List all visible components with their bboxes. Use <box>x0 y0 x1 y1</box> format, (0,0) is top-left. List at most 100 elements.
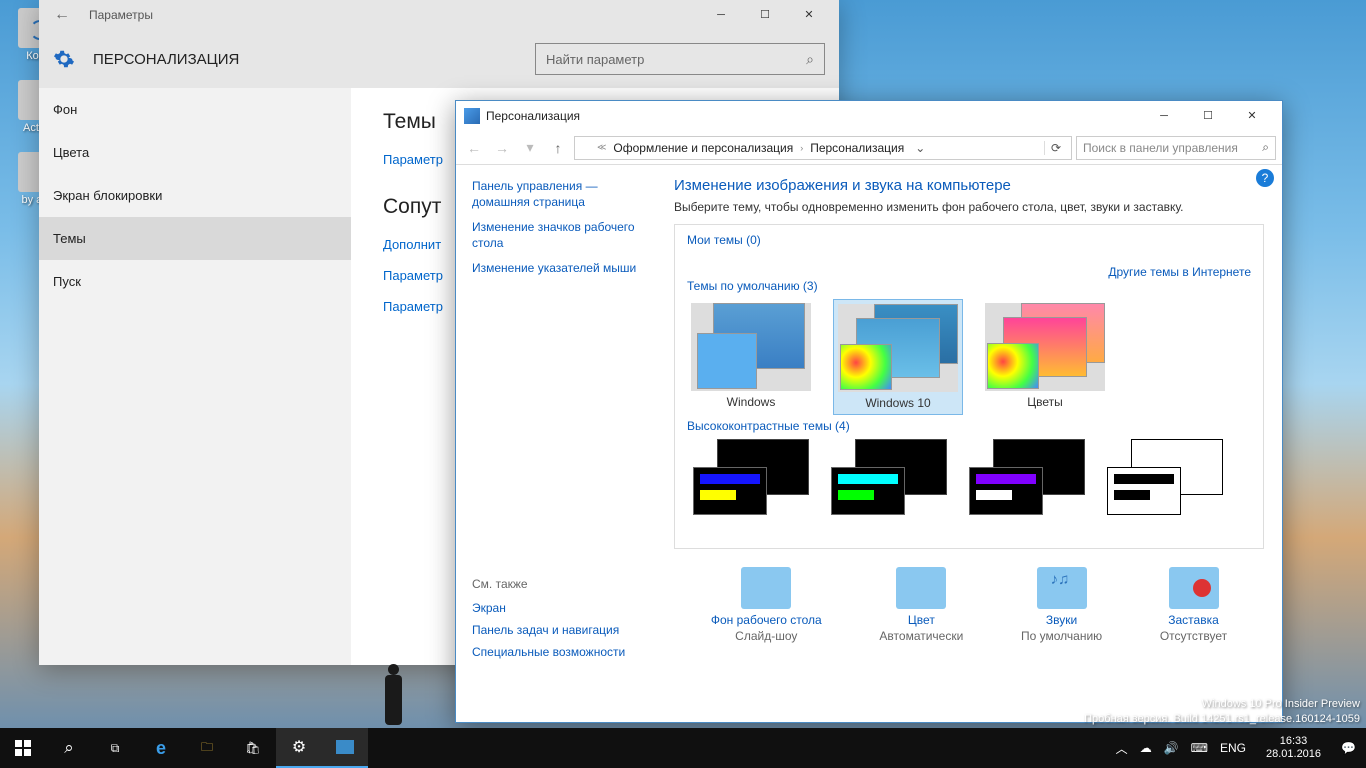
system-tray: ︿ ☁ 🔊 ⌨ ENG 16:33 28.01.2016 💬 <box>1116 735 1366 761</box>
volume-icon[interactable]: 🔊 <box>1164 741 1179 755</box>
folder-icon: 🗀 <box>201 738 213 759</box>
cp-home-link[interactable]: Панель управления — домашняя страница <box>472 179 650 210</box>
action-center-button[interactable]: 💬 <box>1341 741 1356 755</box>
cp-search-placeholder: Поиск в панели управления <box>1083 141 1238 155</box>
personalization-icon <box>336 740 354 754</box>
mouse-pointers-link[interactable]: Изменение указателей мыши <box>472 261 650 277</box>
search-placeholder: Найти параметр <box>546 52 644 67</box>
cp-title: Персонализация <box>486 109 1142 123</box>
footer-value: Отсутствует <box>1160 629 1227 643</box>
hc-theme-1[interactable] <box>687 439 815 517</box>
refresh-button[interactable]: ⟳ <box>1044 141 1067 155</box>
ease-of-access-link[interactable]: Специальные возможности <box>472 645 650 659</box>
theme-label: Цветы <box>1027 395 1063 409</box>
language-indicator[interactable]: ENG <box>1220 741 1246 755</box>
clock[interactable]: 16:33 28.01.2016 <box>1258 735 1329 761</box>
edge-button[interactable]: e <box>138 728 184 768</box>
my-themes-title: Мои темы (0) <box>687 233 1251 247</box>
cp-body: Панель управления — домашняя страница Из… <box>456 165 1282 722</box>
footer-link: Цвет <box>879 613 963 627</box>
cp-taskbar-button[interactable] <box>322 728 368 768</box>
see-also-heading: См. также <box>472 577 650 591</box>
default-themes-grid: Windows Windows 10 Цветы <box>687 299 1251 415</box>
wallpaper-figure <box>380 664 406 728</box>
hc-theme-white[interactable] <box>1101 439 1229 517</box>
keyboard-icon[interactable]: ⌨ <box>1191 741 1208 755</box>
desktop-icons-link[interactable]: Изменение значков рабочего стола <box>472 220 650 251</box>
onedrive-icon[interactable]: ☁ <box>1140 741 1152 755</box>
taskbar-link[interactable]: Панель задач и навигация <box>472 623 650 637</box>
theme-windows[interactable]: Windows <box>687 299 815 415</box>
start-button[interactable] <box>0 728 46 768</box>
theme-thumb-flowers <box>985 303 1105 391</box>
address-dropdown-icon[interactable]: ⌄ <box>911 141 929 155</box>
watermark-line2: Пробная версия. Build 14251.rs1_release.… <box>1084 712 1360 726</box>
address-bar[interactable]: ≪ Оформление и персонализация › Персонал… <box>574 136 1072 160</box>
minimize-button[interactable]: ─ <box>1142 101 1186 131</box>
nav-back-button[interactable]: ← <box>462 140 486 156</box>
nav-lockscreen[interactable]: Экран блокировки <box>39 174 351 217</box>
close-button[interactable]: ✕ <box>1230 101 1274 131</box>
theme-thumb-windows10 <box>838 304 958 392</box>
search-icon: ⌕ <box>64 738 74 758</box>
control-panel-window: Персонализация ─ ☐ ✕ ← → ▾ ↑ ≪ Оформлени… <box>455 100 1283 723</box>
cp-toolbar: ← → ▾ ↑ ≪ Оформление и персонализация › … <box>456 131 1282 165</box>
nav-recent-button[interactable]: ▾ <box>518 139 542 156</box>
maximize-button[interactable]: ☐ <box>1186 101 1230 131</box>
store-icon: 🛍 <box>245 741 260 755</box>
settings-taskbar-button[interactable]: ⚙ <box>276 728 322 768</box>
search-input[interactable]: Найти параметр ⌕ <box>535 43 825 75</box>
screensaver-setting[interactable]: Заставка Отсутствует <box>1160 567 1227 643</box>
location-icon <box>579 141 593 155</box>
sounds-setting[interactable]: Звуки По умолчанию <box>1021 567 1102 643</box>
theme-flowers[interactable]: Цветы <box>981 299 1109 415</box>
gear-icon: ⚙ <box>292 737 306 757</box>
personalization-icon <box>464 108 480 124</box>
chevron-right-icon: › <box>800 143 803 153</box>
breadcrumb-seg-2[interactable]: Персонализация <box>807 141 907 155</box>
display-link[interactable]: Экран <box>472 601 650 615</box>
themes-scroll-area[interactable]: Мои темы (0) Другие темы в Интернете Тем… <box>674 224 1264 549</box>
theme-windows10[interactable]: Windows 10 <box>833 299 963 415</box>
settings-sidebar: Фон Цвета Экран блокировки Темы Пуск <box>39 88 351 665</box>
footer-value: Слайд-шоу <box>711 629 822 643</box>
footer-link: Заставка <box>1160 613 1227 627</box>
desktop-background-setting[interactable]: Фон рабочего стола Слайд-шоу <box>711 567 822 643</box>
maximize-button[interactable]: ☐ <box>743 0 787 30</box>
back-button[interactable]: ← <box>47 6 77 24</box>
cp-footer: Фон рабочего стола Слайд-шоу Цвет Автома… <box>674 549 1264 651</box>
nav-forward-button[interactable]: → <box>490 140 514 156</box>
nav-themes[interactable]: Темы <box>39 217 351 260</box>
hc-themes-grid <box>687 439 1251 517</box>
minimize-button[interactable]: ─ <box>699 0 743 30</box>
taskbar: ⌕ ⧉ e 🗀 🛍 ⚙ ︿ ☁ 🔊 ⌨ ENG 16:33 28.01.2016… <box>0 728 1366 768</box>
online-themes-link[interactable]: Другие темы в Интернете <box>1108 265 1251 279</box>
tray-overflow-button[interactable]: ︿ <box>1116 740 1128 757</box>
background-icon <box>741 567 791 609</box>
gear-icon <box>53 48 75 70</box>
search-button[interactable]: ⌕ <box>46 728 92 768</box>
nav-background[interactable]: Фон <box>39 88 351 131</box>
cp-search-input[interactable]: Поиск в панели управления ⌕ <box>1076 136 1276 160</box>
watermark-line1: Windows 10 Pro Insider Preview <box>1084 697 1360 711</box>
window-title: Параметры <box>89 8 699 22</box>
breadcrumb-seg-1[interactable]: Оформление и персонализация <box>610 141 796 155</box>
footer-value: По умолчанию <box>1021 629 1102 643</box>
nav-up-button[interactable]: ↑ <box>546 140 570 156</box>
store-button[interactable]: 🛍 <box>230 728 276 768</box>
hc-theme-2[interactable] <box>825 439 953 517</box>
cp-main-desc: Выберите тему, чтобы одновременно измени… <box>674 200 1264 214</box>
theme-label: Windows 10 <box>865 396 930 410</box>
screensaver-icon <box>1169 567 1219 609</box>
color-setting[interactable]: Цвет Автоматически <box>879 567 963 643</box>
watermark: Windows 10 Pro Insider Preview Пробная в… <box>1084 697 1360 726</box>
cp-sidebar: Панель управления — домашняя страница Из… <box>456 165 666 722</box>
file-explorer-button[interactable]: 🗀 <box>184 728 230 768</box>
hc-theme-black[interactable] <box>963 439 1091 517</box>
close-button[interactable]: ✕ <box>787 0 831 30</box>
task-view-button[interactable]: ⧉ <box>92 728 138 768</box>
nav-colors[interactable]: Цвета <box>39 131 351 174</box>
hc-themes-title: Высококонтрастные темы (4) <box>687 419 1251 433</box>
nav-start[interactable]: Пуск <box>39 260 351 303</box>
help-icon[interactable]: ? <box>1256 169 1274 187</box>
